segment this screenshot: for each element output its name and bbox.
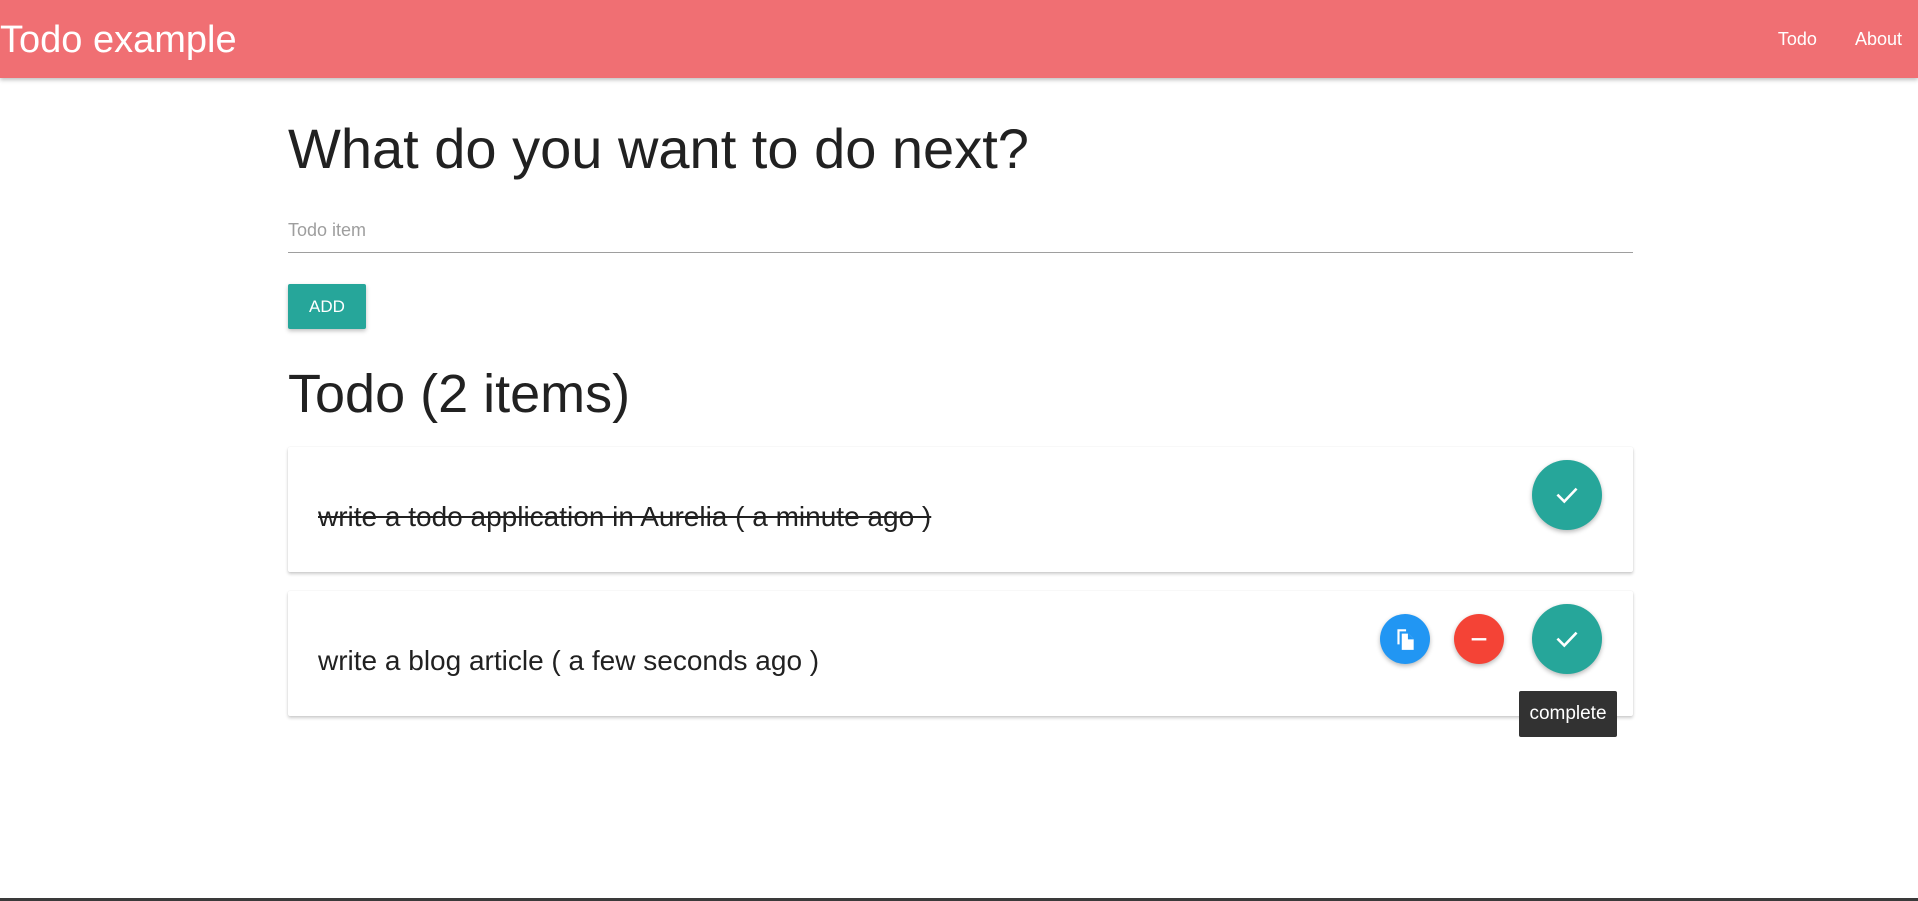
- copy-icon: [1397, 629, 1414, 650]
- nav-link-todo[interactable]: Todo: [1778, 29, 1817, 50]
- todo-card: write a todo application in Aurelia ( a …: [288, 447, 1633, 572]
- todo-card: write a blog article ( a few seconds ago…: [288, 591, 1633, 716]
- brand-logo[interactable]: Todo example: [0, 16, 237, 64]
- top-navbar: Todo example Todo About: [0, 0, 1918, 78]
- add-button[interactable]: ADD: [288, 284, 366, 329]
- complete-tooltip: complete: [1519, 691, 1617, 737]
- todo-item-text: write a todo application in Aurelia ( a …: [318, 501, 932, 532]
- todo-item-text: write a blog article ( a few seconds ago…: [318, 645, 820, 676]
- complete-button[interactable]: [1532, 460, 1602, 530]
- minus-icon: [1471, 638, 1487, 641]
- copy-button[interactable]: [1380, 614, 1430, 664]
- nav-links: Todo About: [1740, 0, 1902, 78]
- todo-list-title: Todo (2 items): [288, 364, 631, 424]
- nav-link-about[interactable]: About: [1855, 29, 1902, 50]
- remove-button[interactable]: [1454, 614, 1504, 664]
- check-icon: [1556, 487, 1578, 504]
- complete-button[interactable]: [1532, 604, 1602, 674]
- page-title: What do you want to do next?: [288, 117, 1029, 180]
- todo-item-input[interactable]: [288, 208, 1633, 253]
- check-icon: [1556, 631, 1578, 648]
